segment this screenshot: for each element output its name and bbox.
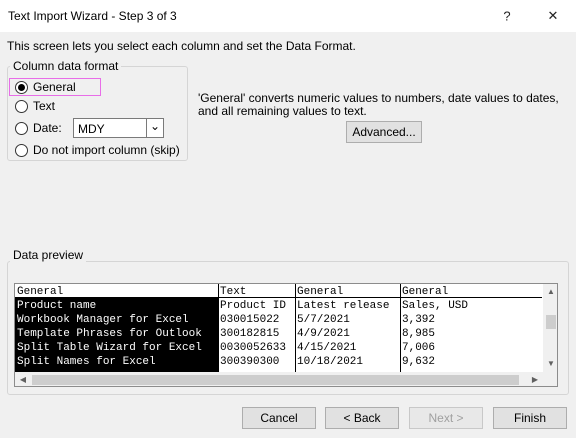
horizontal-scrollbar[interactable]: ◀ ▶ [15, 372, 543, 386]
radio-text-label: Text [33, 99, 56, 113]
finish-button[interactable]: Finish [493, 407, 567, 429]
table-cell: Sales, USD [402, 300, 469, 312]
table-cell: 3,392 [402, 314, 436, 326]
radio-skip-indicator[interactable] [15, 143, 28, 157]
preview-rows: Product name Product ID Latest release S… [15, 299, 542, 369]
vertical-scroll-thumb[interactable] [546, 315, 556, 329]
date-format-value: MDY [78, 122, 105, 136]
horizontal-scroll-thumb[interactable] [32, 375, 519, 385]
table-cell: 4/9/2021 [297, 328, 350, 340]
intro-text: This screen lets you select each column … [7, 39, 356, 53]
radio-date-label: Date: [33, 121, 62, 135]
cancel-button[interactable]: Cancel [242, 407, 316, 429]
scroll-right-icon[interactable]: ▶ [527, 372, 543, 386]
chevron-down-icon[interactable]: ⌄ [146, 119, 163, 137]
table-cell: Workbook Manager for Excel [17, 314, 189, 326]
table-row: Template Phrases for Outlook 300182815 4… [15, 327, 542, 341]
table-row: Product name Product ID Latest release S… [15, 299, 542, 313]
table-cell: 5/7/2021 [297, 314, 350, 326]
vertical-scrollbar[interactable]: ▲ ▼ [543, 284, 557, 372]
format-description: 'General' converts numeric values to num… [198, 91, 559, 118]
close-icon: ✕ [547, 8, 559, 23]
radio-skip[interactable]: Do not import column (skip) [15, 142, 180, 158]
table-cell: Split Names for Excel [17, 356, 156, 368]
title-bar: Text Import Wizard - Step 3 of 3 ? ✕ [0, 0, 576, 32]
table-cell: Product ID [220, 300, 287, 312]
radio-general[interactable]: General [15, 79, 76, 95]
preview-column-headers: General Text General General [15, 284, 542, 298]
table-cell: 300390300 [220, 356, 280, 368]
table-row: Split Names for Excel 300390300 10/18/20… [15, 355, 542, 369]
table-cell: 4/15/2021 [297, 342, 357, 354]
radio-date[interactable]: Date: [15, 120, 62, 136]
scroll-down-icon[interactable]: ▼ [543, 356, 557, 372]
header-underline [15, 297, 542, 298]
radio-skip-label: Do not import column (skip) [33, 143, 180, 157]
back-button[interactable]: < Back [325, 407, 399, 429]
radio-text[interactable]: Text [15, 98, 55, 114]
table-cell: 300182815 [220, 328, 280, 340]
close-button[interactable]: ✕ [530, 0, 576, 32]
table-row: Workbook Manager for Excel 030015022 5/7… [15, 313, 542, 327]
table-cell: 0030052633 [220, 342, 287, 354]
radio-general-label: General [33, 80, 76, 94]
window-title: Text Import Wizard - Step 3 of 3 [8, 9, 177, 23]
radio-date-indicator[interactable] [15, 121, 28, 135]
column-format-legend: Column data format [10, 59, 122, 73]
table-cell: Template Phrases for Outlook [17, 328, 202, 340]
data-preview-grid[interactable]: General Text General General Product nam… [14, 283, 558, 387]
table-row: Split Table Wizard for Excel 0030052633 … [15, 341, 542, 355]
help-icon: ? [503, 8, 511, 24]
radio-general-indicator[interactable] [15, 80, 28, 94]
scroll-up-icon[interactable]: ▲ [543, 284, 557, 300]
scroll-left-icon[interactable]: ◀ [15, 372, 31, 386]
date-format-select[interactable]: MDY ⌄ [73, 118, 164, 138]
table-cell: 7,006 [402, 342, 436, 354]
table-cell: 8,985 [402, 328, 436, 340]
advanced-button[interactable]: Advanced... [346, 121, 422, 143]
radio-text-indicator[interactable] [15, 99, 28, 113]
data-preview-legend: Data preview [10, 248, 87, 262]
scrollbar-corner [543, 372, 557, 386]
table-cell: Latest release [297, 300, 390, 312]
table-cell: Split Table Wizard for Excel [17, 342, 202, 354]
next-button: Next > [409, 407, 483, 429]
table-cell: 030015022 [220, 314, 280, 326]
table-cell: 10/18/2021 [297, 356, 364, 368]
table-cell: 9,632 [402, 356, 436, 368]
table-cell: Product name [17, 300, 97, 312]
help-button[interactable]: ? [484, 0, 530, 32]
